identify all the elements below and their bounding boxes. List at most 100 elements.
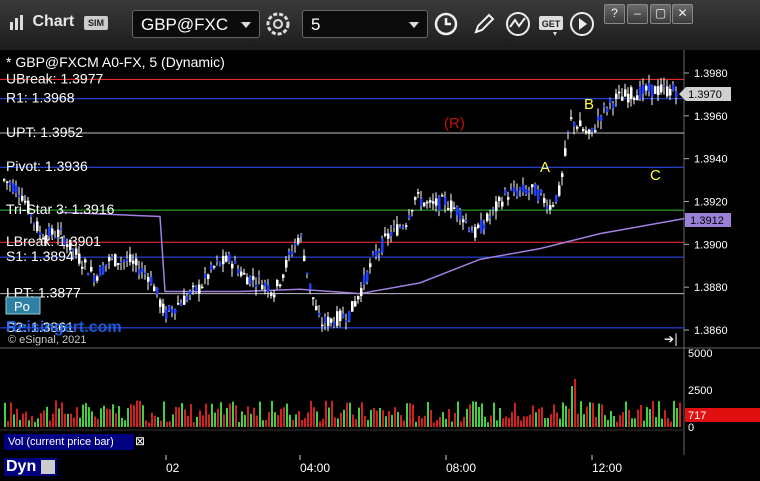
volume-bar [391,415,393,427]
price-chart[interactable]: UBreak: 1.3977 R1: 1.3968 UPT: 1.3952 Pivot… [0,0,760,481]
price-bar-body [264,282,267,287]
volume-bar [301,420,303,427]
level-label-6: S1: 1.3894 [6,248,74,264]
volume-bar [466,408,468,427]
price-bar-body [561,173,564,178]
price-bar-body [231,263,234,269]
price-bar-body [390,231,393,236]
price-bar-body [93,275,96,283]
volume-bar [499,407,501,427]
chart-window: Chart SIM GBP@FXC 5 GET ? – ▢ ✕ UBreak: … [0,0,760,481]
volume-bar [76,407,78,427]
volume-bar [421,418,423,427]
volume-bar [295,414,297,427]
price-bar-body [219,261,222,266]
volume-bar [208,414,210,427]
volume-bar [13,414,15,427]
volume-bar [196,416,198,427]
price-bar-body [240,271,243,276]
volume-bar [616,421,618,427]
price-bar-body [318,312,321,316]
volume-bar [631,418,633,427]
volume-bar [664,410,666,427]
price-bar-body [285,259,288,268]
volume-bar [151,412,153,427]
volume-bar [316,411,318,427]
price-tick-4: 1.3900 [694,239,728,251]
volume-bar [547,417,549,427]
price-bar-body [399,226,402,229]
price-bar-body [189,291,192,295]
volume-bar [190,404,192,427]
price-bar-body [411,210,414,212]
volume-bar [538,408,540,427]
price-bar-body [9,182,12,185]
volume-bar [331,400,333,427]
price-tick-0: 1.3980 [694,68,728,80]
time-tick-0: 02 [166,461,180,475]
price-bar-body [372,252,375,255]
volume-bar [94,416,96,427]
volume-bar [556,412,558,427]
volume-bar [658,401,660,427]
volume-bar [454,412,456,427]
price-bar-body [237,269,240,274]
volume-bar [481,403,483,427]
price-bar-body [75,248,78,255]
scroll-right-icon[interactable]: ➔| [664,332,678,346]
volume-bar [574,378,576,427]
volume-bar [649,409,651,427]
price-bar-body [339,310,342,322]
volume-bar [154,415,156,427]
volume-tick-1: 2500 [688,385,712,397]
volume-bar [205,403,207,427]
level-label-5: LBreak: 1.3901 [6,233,101,249]
price-bar-body [351,301,354,312]
price-bar-body [567,131,570,133]
price-bar-body [375,251,378,257]
price-bar-body [486,213,489,221]
volume-bar [397,411,399,427]
price-bar-body [60,228,63,231]
volume-bar [175,406,177,427]
price-bar-body [381,238,384,253]
price-bar-body [357,296,360,300]
price-bar-body [105,264,108,266]
volume-bar [37,418,39,427]
price-bar-body [246,277,249,285]
price-bar-body [324,316,327,324]
price-bar-body [114,254,117,267]
volume-bar [352,414,354,427]
price-bar-body [645,85,648,91]
volume-bar [415,421,417,427]
close-study-icon[interactable]: ⊠ [134,434,146,448]
price-bar-body [606,108,609,112]
volume-bar [112,404,114,427]
volume-bar [289,414,291,427]
price-bar-body [291,251,294,255]
price-bar-body [432,201,435,204]
volume-bar [214,412,216,427]
price-bar-body [369,263,372,268]
price-bar-body [537,189,540,201]
price-bar-body [78,253,81,264]
price-bar-body [132,260,135,264]
price-bar-body [327,316,330,327]
dynamic-label[interactable]: Dyn [4,458,57,476]
price-bar-body [252,276,255,280]
volume-bar [502,418,504,427]
volume-bar [166,421,168,427]
volume-bar [130,404,132,427]
volume-bar [337,418,339,427]
price-bar-body [228,253,231,263]
price-bar-body [342,313,345,318]
volume-bar [277,415,279,427]
volume-bar [103,405,105,427]
price-bar-body [480,219,483,234]
volume-bar [79,417,81,427]
volume-bar [637,409,639,427]
volume-bar [676,407,678,427]
price-bar-body [543,197,546,203]
volume-bar [562,402,564,427]
volume-study-label[interactable]: Vol (current price bar) [4,434,134,450]
